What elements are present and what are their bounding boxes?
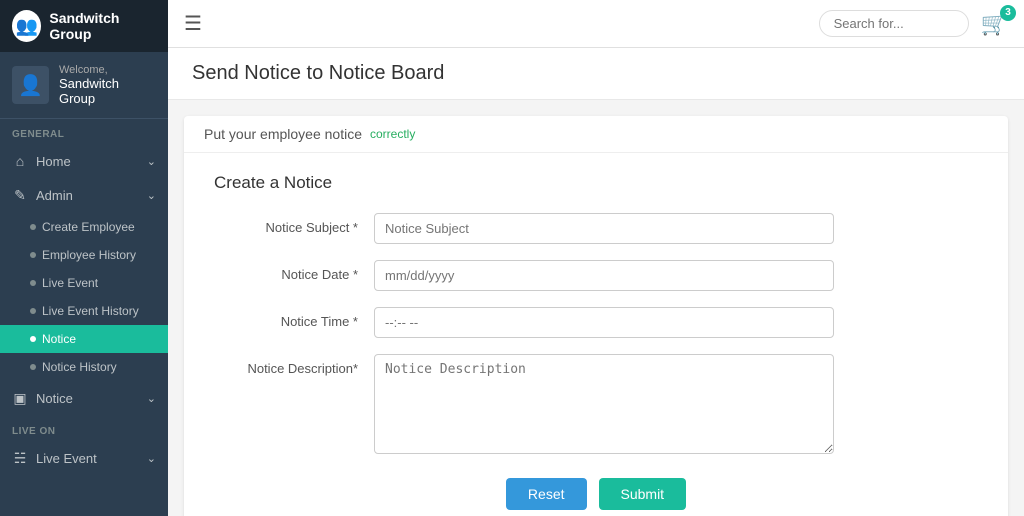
welcome-text: Welcome, (59, 64, 156, 76)
hamburger-icon[interactable]: ☰ (184, 11, 202, 36)
sidebar-item-notice-main-label: Notice (36, 391, 73, 406)
chevron-down-icon: ⌄ (147, 392, 156, 405)
dot-icon (30, 224, 36, 230)
notice-card: Put your employee notice correctly Creat… (184, 116, 1008, 516)
sidebar-item-live-event-main-label: Live Event (36, 451, 97, 466)
user-name: Sandwitch Group (59, 76, 156, 106)
notice-time-input[interactable] (374, 307, 834, 338)
dot-icon (30, 280, 36, 286)
general-section-label: GENERAL (0, 119, 168, 144)
sidebar-item-create-employee[interactable]: Create Employee (0, 213, 168, 241)
cart-count-badge: 3 (1000, 5, 1016, 21)
notice-time-label: Notice Time * (214, 307, 374, 329)
dot-icon (30, 336, 36, 342)
sidebar-item-home-label: Home (36, 154, 71, 169)
home-icon: ⌂ (12, 153, 28, 169)
avatar: 👤 (12, 66, 49, 104)
notice-date-group: Notice Date * (214, 260, 978, 291)
notice-subject-input[interactable] (374, 213, 834, 244)
sidebar: 👥 Sandwitch Group 👤 Welcome, Sandwitch G… (0, 0, 168, 516)
sidebar-item-live-event-label: Live Event (42, 276, 98, 290)
sidebar-item-employee-history-label: Employee History (42, 248, 136, 262)
notice-description-group: Notice Description* (214, 354, 978, 454)
page-header: Send Notice to Notice Board (168, 48, 1024, 100)
dot-icon (30, 252, 36, 258)
card-body: Create a Notice Notice Subject * Notice … (184, 153, 1008, 516)
sidebar-item-home[interactable]: ⌂ Home ⌄ (0, 144, 168, 178)
topbar: ☰ 🛒 3 (168, 0, 1024, 48)
logo-icon: 👥 (12, 10, 41, 42)
subheader-hint: correctly (370, 127, 415, 141)
notice-description-label: Notice Description* (214, 354, 374, 376)
sidebar-item-admin-label: Admin (36, 188, 73, 203)
sidebar-item-notice-main[interactable]: ▣ Notice ⌄ (0, 381, 168, 416)
sidebar-item-notice-history[interactable]: Notice History (0, 353, 168, 381)
chevron-down-icon: ⌄ (147, 155, 156, 168)
live-on-section-label: LIVE ON (0, 416, 168, 441)
page-title: Send Notice to Notice Board (192, 62, 444, 85)
content-area: Put your employee notice correctly Creat… (168, 100, 1024, 516)
cart-badge[interactable]: 🛒 3 (981, 11, 1008, 37)
sidebar-item-notice-history-label: Notice History (42, 360, 117, 374)
monitor-icon: ☵ (12, 450, 28, 467)
notice-subject-label: Notice Subject * (214, 213, 374, 235)
reset-button[interactable]: Reset (506, 478, 587, 510)
chevron-down-icon: ⌄ (147, 189, 156, 202)
sidebar-logo: 👥 Sandwitch Group (0, 0, 168, 52)
notice-description-textarea[interactable] (374, 354, 834, 454)
search-input[interactable] (819, 10, 969, 37)
form-section-title: Create a Notice (214, 173, 978, 193)
subheader-title: Put your employee notice (204, 126, 362, 142)
chevron-down-icon: ⌄ (147, 452, 156, 465)
notice-subject-group: Notice Subject * (214, 213, 978, 244)
user-info: Welcome, Sandwitch Group (59, 64, 156, 106)
notice-date-label: Notice Date * (214, 260, 374, 282)
notice-date-input[interactable] (374, 260, 834, 291)
notice-icon: ▣ (12, 390, 28, 407)
sidebar-item-notice[interactable]: Notice (0, 325, 168, 353)
sidebar-item-admin[interactable]: ✎ Admin ⌄ (0, 178, 168, 213)
submit-button[interactable]: Submit (599, 478, 687, 510)
sidebar-item-live-event-main[interactable]: ☵ Live Event ⌄ (0, 441, 168, 476)
admin-icon: ✎ (12, 187, 28, 204)
dot-icon (30, 364, 36, 370)
sidebar-item-live-event[interactable]: Live Event (0, 269, 168, 297)
sidebar-item-employee-history[interactable]: Employee History (0, 241, 168, 269)
dot-icon (30, 308, 36, 314)
form-actions: Reset Submit (214, 478, 978, 510)
main-content: ☰ 🛒 3 Send Notice to Notice Board Put yo… (168, 0, 1024, 516)
sidebar-item-live-event-history[interactable]: Live Event History (0, 297, 168, 325)
sidebar-user: 👤 Welcome, Sandwitch Group (0, 52, 168, 119)
sidebar-item-live-event-history-label: Live Event History (42, 304, 139, 318)
sidebar-item-create-employee-label: Create Employee (42, 220, 135, 234)
sidebar-item-notice-label: Notice (42, 332, 76, 346)
card-subheader: Put your employee notice correctly (184, 116, 1008, 153)
logo-text: Sandwitch Group (49, 10, 156, 42)
notice-time-group: Notice Time * (214, 307, 978, 338)
